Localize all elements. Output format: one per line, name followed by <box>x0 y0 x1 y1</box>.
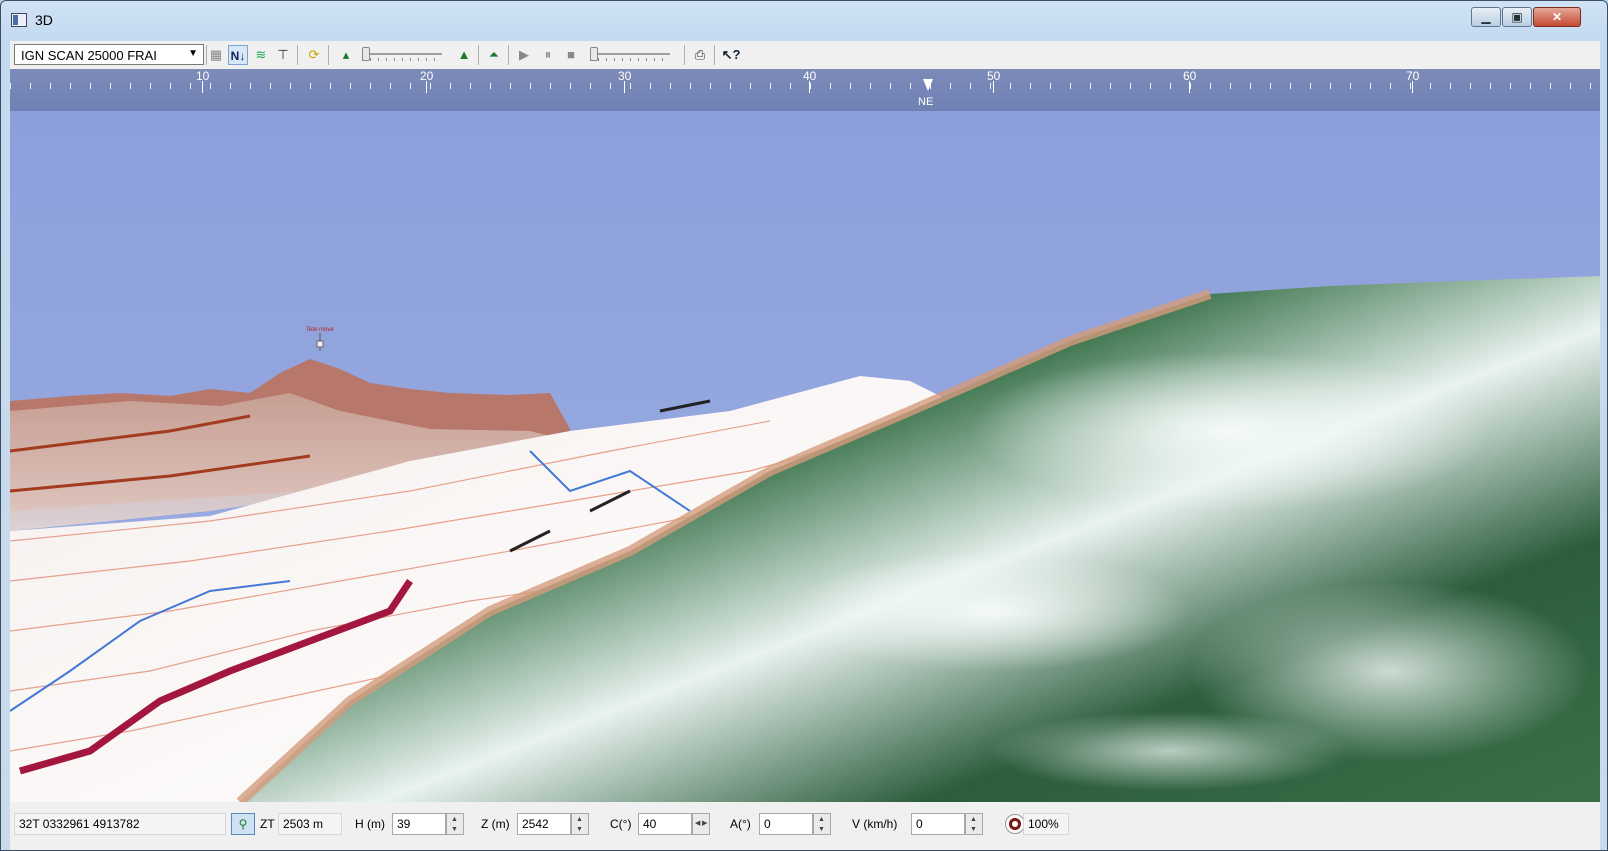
ruler-label: 20 <box>420 69 434 83</box>
snow-patch <box>990 711 1350 791</box>
snow-patch <box>790 551 1190 671</box>
record-button[interactable] <box>1005 814 1025 834</box>
chevron-down-icon: ▼ <box>188 48 198 59</box>
height-input[interactable]: 39 <box>392 813 446 835</box>
altitude-stepper[interactable]: ▲ ▼ <box>571 813 589 835</box>
terrain-altitude-field: 2503 m <box>278 813 342 835</box>
terrain-low-icon[interactable]: ▴ <box>336 45 356 65</box>
status-bar: 32T 0332961 4913782 ⚲ ZT 2503 m H (m) 39… <box>10 802 1600 850</box>
speed-slider[interactable] <box>590 47 670 61</box>
ruler-label: 60 <box>1183 69 1197 83</box>
peak-label: Tete move <box>306 327 334 333</box>
speed-label: V (km/h) <box>852 817 898 831</box>
toolbar-divider <box>297 45 298 65</box>
terrain-high-icon[interactable]: ▲ <box>454 45 474 65</box>
toolbar-divider <box>508 45 509 65</box>
title-bar[interactable]: 3D ▁ ▣ ✕ <box>1 1 1607 37</box>
angle-stepper[interactable]: ▲ ▼ <box>813 813 831 835</box>
minimize-button[interactable]: ▁ <box>1471 7 1501 27</box>
help-icon[interactable]: ↖? <box>721 45 741 65</box>
map-layer-value: IGN SCAN 25000 FRAI <box>21 48 157 63</box>
toolbar-divider <box>478 45 479 65</box>
profile-icon[interactable]: ≋ <box>251 45 271 65</box>
ruler-label: 50 <box>987 69 1001 83</box>
ruler-label: 30 <box>618 69 632 83</box>
window-app-icon <box>11 13 27 27</box>
stop-icon[interactable]: ■ <box>561 45 581 65</box>
pin-icon[interactable]: ⚲ <box>231 813 255 835</box>
compass-ruler[interactable]: 10 20 30 40 50 60 70 NE <box>10 69 1600 111</box>
ruler-label: 70 <box>1406 69 1420 83</box>
ruler-ticks <box>10 83 1600 89</box>
play-icon[interactable]: ▶ <box>514 45 534 65</box>
3d-window: 3D ▁ ▣ ✕ IGN SCAN 25000 FRAI ▼ ▦ N↓ ≋ ⊤ … <box>0 0 1608 851</box>
pause-icon[interactable]: ⏸ <box>538 45 558 65</box>
toolbar-divider <box>684 45 685 65</box>
refresh-icon[interactable]: ⟳ <box>304 45 324 65</box>
speed-input[interactable]: 0 <box>911 813 965 835</box>
snow-patch <box>970 351 1490 511</box>
pin-tool-icon[interactable]: ⊤ <box>273 45 293 65</box>
course-stepper[interactable]: ◀ ▶ <box>692 813 710 835</box>
height-stepper[interactable]: ▲ ▼ <box>446 813 464 835</box>
north-up-icon[interactable]: N↓ <box>228 45 248 65</box>
altitude-label: Z (m) <box>481 817 510 831</box>
toolbar-divider <box>714 45 715 65</box>
maximize-button[interactable]: ▣ <box>1502 7 1532 27</box>
terrain-icon[interactable]: ⏶ <box>484 45 504 65</box>
exaggeration-slider[interactable] <box>362 47 442 61</box>
course-input[interactable]: 40 <box>638 813 692 835</box>
toolbar-divider <box>328 45 329 65</box>
angle-label: A(°) <box>730 817 751 831</box>
toolbar: IGN SCAN 25000 FRAI ▼ ▦ N↓ ≋ ⊤ ⟳ ▴ ▲ ⏶ ▶… <box>10 41 1600 70</box>
course-label: C(°) <box>610 817 632 831</box>
window-title: 3D <box>35 12 53 28</box>
map-layer-select[interactable]: IGN SCAN 25000 FRAI ▼ <box>14 44 204 65</box>
speed-stepper[interactable]: ▲ ▼ <box>965 813 983 835</box>
ruler-label: 10 <box>196 69 210 83</box>
heading-label: NE <box>918 96 934 108</box>
map-icon[interactable]: ▦ <box>206 45 226 65</box>
print-icon[interactable]: ⎙ <box>690 45 710 65</box>
zoom-field: 100% <box>1023 813 1069 835</box>
peak-marker-icon <box>316 340 324 348</box>
terrain-render <box>10 276 1600 802</box>
zt-label: ZT <box>260 817 275 831</box>
close-button[interactable]: ✕ <box>1533 7 1581 27</box>
angle-input[interactable]: 0 <box>759 813 813 835</box>
3d-viewport[interactable]: Tete move <box>10 111 1600 802</box>
coordinates-field: 32T 0332961 4913782 <box>14 813 226 835</box>
height-label: H (m) <box>355 817 385 831</box>
ruler-label: 40 <box>803 69 817 83</box>
heading-marker-icon <box>923 79 933 91</box>
altitude-input[interactable]: 2542 <box>517 813 571 835</box>
